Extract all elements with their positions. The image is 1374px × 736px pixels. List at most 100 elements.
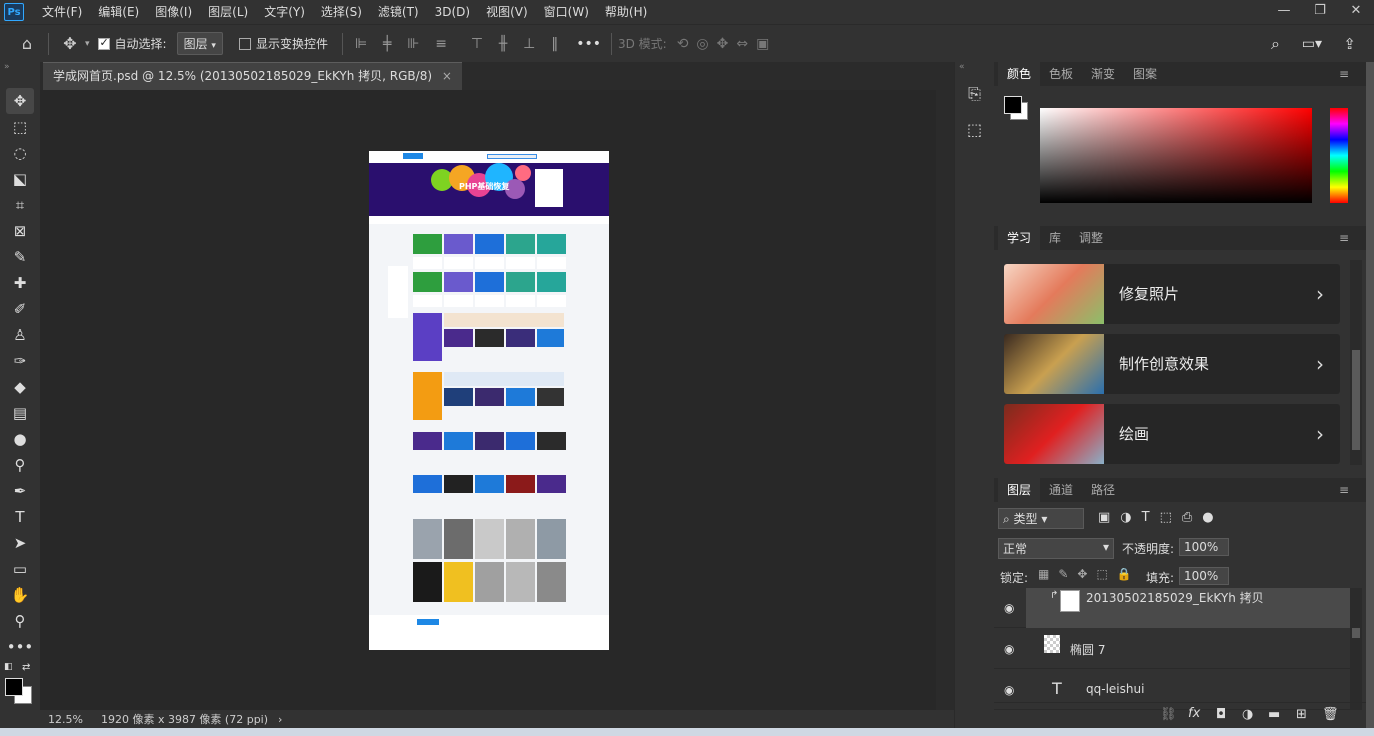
distribute-v-icon[interactable]: ‖ [551, 36, 558, 52]
color-swatches[interactable]: ◧ ⇄ [0, 660, 40, 710]
more-options-icon[interactable]: ••• [576, 36, 601, 52]
edit-toolbar-icon[interactable]: ••• [0, 634, 40, 660]
menu-window[interactable]: 窗口(W) [536, 0, 597, 24]
align-hcenter-icon[interactable]: ╪ [383, 36, 391, 52]
align-bottom-icon[interactable]: ⊥ [523, 36, 535, 52]
menu-file[interactable]: 文件(F) [34, 0, 90, 24]
tab-learn[interactable]: 学习 [998, 226, 1041, 250]
workspace-icon[interactable]: ▭▾ [1302, 36, 1322, 52]
auto-select-dropdown[interactable]: 图层 ▾ [176, 32, 223, 55]
layer-filter-icons[interactable]: ▣◑T⬚⎙● [1098, 510, 1224, 525]
gradient-tool-icon[interactable]: ▤ [0, 400, 40, 426]
hand-tool-icon[interactable]: ✋ [0, 582, 40, 608]
distribute-icon[interactable]: ≡ [435, 36, 447, 52]
learn-card-paint[interactable]: 绘画 › [1004, 404, 1340, 464]
trash-icon[interactable]: 🗑 [1322, 707, 1339, 722]
layer-row[interactable]: ◉ ↱ 20130502185029_EkKYh 拷贝 [994, 588, 1350, 628]
brush-tool-icon[interactable]: ✐ [0, 296, 40, 322]
tab-swatches[interactable]: 色板 [1040, 62, 1082, 86]
history-brush-icon[interactable]: ✑ [0, 348, 40, 374]
healing-brush-icon[interactable]: ✚ [0, 270, 40, 296]
layers-scrollbar[interactable] [1350, 588, 1362, 710]
dodge-tool-icon[interactable]: ⚲ [0, 452, 40, 478]
document-canvas[interactable]: PHP基础恢复 [369, 151, 609, 650]
share-icon[interactable]: ⇪ [1343, 35, 1356, 53]
menu-edit[interactable]: 编辑(E) [90, 0, 147, 24]
zoom-tool-icon[interactable]: ⚲ [0, 608, 40, 634]
layer-name[interactable]: 20130502185029_EkKYh 拷贝 [1086, 589, 1264, 606]
fx-icon[interactable]: fx [1188, 706, 1200, 721]
search-icon[interactable]: ⌕ [1271, 34, 1280, 54]
eye-icon[interactable]: ◉ [1004, 601, 1014, 615]
layer-row[interactable]: ◉ 椭圆 7 [994, 629, 1350, 669]
fill-input[interactable]: 100% [1179, 567, 1229, 585]
align-top-icon[interactable]: ⊤ [471, 36, 483, 52]
align-right-icon[interactable]: ⊪ [407, 36, 419, 52]
marquee-tool-icon[interactable]: ⬚ [0, 114, 40, 140]
link-icon[interactable]: ⛓ [1160, 707, 1177, 722]
path-select-icon[interactable]: ➤ [0, 530, 40, 556]
stamp-tool-icon[interactable]: ♙ [0, 322, 40, 348]
menu-image[interactable]: 图像(I) [147, 0, 200, 24]
folder-icon[interactable]: ▬ [1268, 707, 1280, 722]
swap-colors-icon[interactable]: ⇄ [22, 662, 30, 673]
color-field[interactable] [1040, 108, 1312, 203]
menu-help[interactable]: 帮助(H) [597, 0, 655, 24]
zoom-level[interactable]: 12.5% [48, 713, 83, 726]
align-left-icon[interactable]: ⊫ [355, 36, 367, 52]
panel-menu-icon[interactable]: ≡ [1330, 226, 1358, 250]
collapse-icon[interactable]: » [0, 62, 40, 88]
type-tool-icon[interactable]: T [0, 504, 40, 530]
layer-name[interactable]: qq-leishui [1086, 682, 1144, 696]
tab-adjustments[interactable]: 调整 [1070, 226, 1112, 250]
panel-menu-icon[interactable]: ≡ [1330, 478, 1358, 502]
menu-select[interactable]: 选择(S) [313, 0, 370, 24]
menu-type[interactable]: 文字(Y) [256, 0, 313, 24]
blur-tool-icon[interactable]: ● [0, 426, 40, 452]
eraser-tool-icon[interactable]: ◆ [0, 374, 40, 400]
eye-icon[interactable]: ◉ [1004, 642, 1014, 656]
close-button[interactable]: ✕ [1338, 0, 1374, 22]
canvas-scrollbar[interactable] [936, 90, 954, 710]
lock-icons[interactable]: ▦✎✥⬚🔒 [1038, 567, 1141, 581]
menu-filter[interactable]: 滤镜(T) [370, 0, 427, 24]
crop-tool-icon[interactable]: ⌗ [0, 192, 40, 218]
rectangle-tool-icon[interactable]: ▭ [0, 556, 40, 582]
layer-name[interactable]: 椭圆 7 [1070, 641, 1105, 658]
learn-card-repair[interactable]: 修复照片 › [1004, 264, 1340, 324]
chevron-down-icon[interactable]: ▾ [85, 39, 90, 49]
pen-tool-icon[interactable]: ✒ [0, 478, 40, 504]
tab-patterns[interactable]: 图案 [1124, 62, 1166, 86]
home-icon[interactable]: ⌂ [12, 34, 42, 53]
properties-panel-icon[interactable]: ⬚ [955, 120, 994, 139]
menu-view[interactable]: 视图(V) [478, 0, 536, 24]
collapse-panels-icon[interactable]: « [955, 62, 994, 72]
new-layer-icon[interactable]: ⊞ [1296, 707, 1307, 722]
adjustment-icon[interactable]: ◑ [1242, 707, 1253, 722]
learn-scrollbar[interactable] [1350, 260, 1362, 465]
minimize-button[interactable]: — [1266, 0, 1302, 22]
move-tool-icon[interactable]: ✥ [6, 88, 34, 114]
document-tab[interactable]: 学成网首页.psd @ 12.5% (20130502185029_EkKYh … [43, 62, 462, 90]
color-fg-swatch[interactable] [1004, 96, 1022, 114]
tab-gradients[interactable]: 渐变 [1082, 62, 1124, 86]
panel-menu-icon[interactable]: ≡ [1330, 62, 1358, 86]
history-panel-icon[interactable]: ⎘ [955, 84, 994, 104]
learn-card-creative[interactable]: 制作创意效果 › [1004, 334, 1340, 394]
tab-color[interactable]: 颜色 [998, 62, 1041, 86]
show-transform-checkbox[interactable] [238, 37, 251, 50]
status-arrow-icon[interactable]: › [278, 713, 282, 726]
close-tab-icon[interactable]: × [442, 69, 452, 83]
default-colors-icon[interactable]: ◧ [4, 662, 13, 672]
foreground-color-swatch[interactable] [5, 678, 23, 696]
restore-button[interactable]: ❐ [1302, 0, 1338, 22]
eyedropper-tool-icon[interactable]: ✎ [0, 244, 40, 270]
blend-mode-dropdown[interactable]: 正常 ▾ [998, 538, 1114, 559]
lasso-tool-icon[interactable]: ◌ [0, 140, 40, 166]
opacity-input[interactable]: 100% [1179, 538, 1229, 556]
menu-3d[interactable]: 3D(D) [427, 0, 478, 24]
tab-channels[interactable]: 通道 [1040, 478, 1082, 502]
align-vcenter-icon[interactable]: ╫ [499, 36, 507, 52]
frame-tool-icon[interactable]: ⊠ [0, 218, 40, 244]
eye-icon[interactable]: ◉ [1004, 683, 1014, 697]
